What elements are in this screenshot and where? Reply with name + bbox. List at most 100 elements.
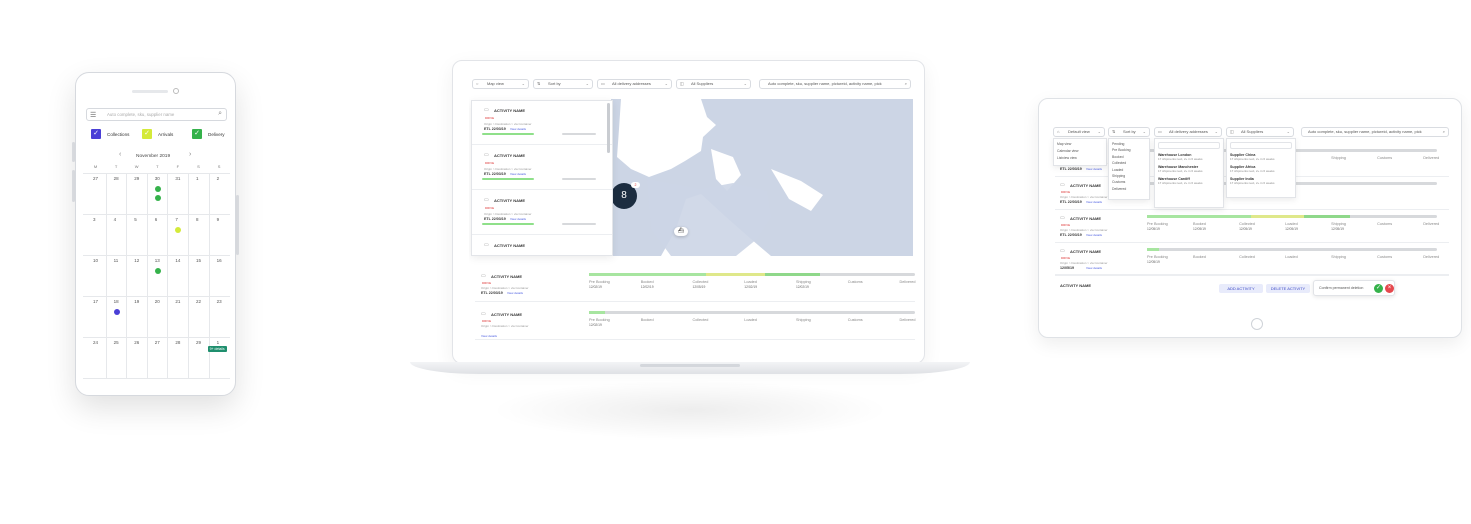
sort-option[interactable]: Shipping	[1112, 174, 1146, 178]
sort-option[interactable]: Customs	[1112, 180, 1146, 184]
calendar-day[interactable]: 12	[134, 258, 139, 263]
sort-option[interactable]: Pre Booking	[1112, 148, 1146, 152]
supplier-select[interactable]: ◫ All Suppliers ⌄	[1226, 127, 1294, 137]
search-icon[interactable]: ⌕	[905, 80, 907, 88]
calendar-day[interactable]: 25	[114, 340, 119, 345]
calendar-day[interactable]: 10	[93, 258, 98, 263]
menu-icon[interactable]: ☰	[90, 111, 96, 119]
calendar-day[interactable]: 26	[134, 340, 139, 345]
calendar-day[interactable]: 2	[217, 176, 220, 181]
laptop-search-input[interactable]: Auto complete, sku, supplier name, pictu…	[759, 79, 911, 89]
arrivals-checkbox[interactable]: ✓	[142, 129, 152, 139]
view-select[interactable]: ○ Map view ⌄	[472, 79, 529, 89]
sort-select[interactable]: ⇅ Sort by ⌄	[533, 79, 593, 89]
calendar-day[interactable]: 31	[175, 176, 180, 181]
search-icon[interactable]: ⌕	[218, 110, 222, 118]
delivery-checkbox[interactable]: ✓	[192, 129, 202, 139]
sort-select[interactable]: ⇅ Sort by ⌄	[1108, 127, 1150, 137]
supplier-select[interactable]: ◫ All Suppliers ⌄	[676, 79, 751, 89]
dropdown-search[interactable]	[1230, 142, 1292, 149]
calendar-day[interactable]: 23	[217, 299, 222, 304]
calendar-day[interactable]: 11	[114, 258, 119, 263]
sort-option[interactable]: Delivered	[1112, 187, 1146, 191]
view-details-link[interactable]: View details	[1086, 233, 1102, 237]
prev-month-icon[interactable]: ‹	[119, 151, 121, 158]
dropdown-option[interactable]: Supplier Africa 17 shipments next, 2+ in …	[1230, 165, 1292, 173]
dropdown-search[interactable]	[1158, 142, 1220, 149]
search-icon[interactable]: ⌕	[1443, 128, 1445, 136]
calendar-day[interactable]: 9	[217, 217, 220, 222]
sort-option[interactable]: Booked	[1112, 155, 1146, 159]
calendar-day[interactable]: 7	[175, 217, 178, 222]
event-tag[interactable]: 9+ details	[207, 346, 227, 352]
calendar-day[interactable]: 14	[175, 258, 180, 263]
dropdown-option[interactable]: Warehouse Cardiff 17 shipments next, 2+ i…	[1158, 177, 1220, 185]
view-details-link[interactable]: View details	[510, 217, 526, 221]
calendar-day[interactable]: 19	[134, 299, 139, 304]
next-month-icon[interactable]: ›	[189, 151, 191, 158]
dropdown-option[interactable]: Warehouse London 17 shipments next, 2+ in…	[1158, 153, 1220, 161]
collections-checkbox[interactable]: ✓	[91, 129, 101, 139]
view-details-link[interactable]: View details	[481, 334, 497, 338]
phone-search-input[interactable]: ☰ Auto complete, sku, supplier name ⌕	[86, 108, 227, 121]
list-item[interactable]: ▭ ACTIVITY NAME	[472, 236, 612, 255]
calendar-day[interactable]: 27	[93, 176, 98, 181]
view-option[interactable]: Listview view	[1057, 156, 1103, 160]
view-details-link[interactable]: View details	[507, 291, 523, 295]
view-option[interactable]: Calendar view	[1057, 149, 1103, 153]
calendar-day[interactable]: 30	[155, 176, 160, 181]
dropdown-option[interactable]: Warehouse Manchester 17 shipments next, 2…	[1158, 165, 1220, 173]
view-details-link[interactable]: View details	[1086, 167, 1102, 171]
delivery-event-dot[interactable]	[154, 268, 161, 274]
address-select[interactable]: ▭ All delivery addresses ⌄	[597, 79, 672, 89]
address-select[interactable]: ▭ All delivery addresses ⌄	[1154, 127, 1222, 137]
calendar-day[interactable]: 22	[196, 299, 201, 304]
dropdown-option[interactable]: Supplier China 17 shipments next, 2+ in 6…	[1230, 153, 1292, 161]
calendar-day[interactable]: 24	[93, 340, 98, 345]
calendar-day[interactable]: 18	[114, 299, 119, 304]
delete-activity-button[interactable]: DELETE ACTIVITY	[1266, 284, 1310, 293]
calendar-day[interactable]: 29	[196, 340, 201, 345]
calendar-day[interactable]: 4	[114, 217, 117, 222]
view-details-link[interactable]: View details	[1086, 266, 1102, 270]
stage-label: Loaded	[1285, 255, 1298, 259]
list-item[interactable]: ▭ ACTIVITY NAME DRIVE Origin > Destination …	[472, 101, 612, 145]
calendar-day[interactable]: 28	[175, 340, 180, 345]
calendar-day[interactable]: 15	[196, 258, 201, 263]
calendar-day[interactable]: 27	[155, 340, 160, 345]
calendar-day[interactable]: 20	[155, 299, 160, 304]
sort-option[interactable]: Pending	[1112, 142, 1146, 146]
confirm-check-icon[interactable]: ✓	[1374, 284, 1383, 293]
cancel-x-icon[interactable]: ×	[1385, 284, 1394, 293]
view-details-link[interactable]: View details	[510, 172, 526, 176]
calendar-day[interactable]: 28	[114, 176, 119, 181]
calendar-day[interactable]: 8	[196, 217, 199, 222]
calendar-day[interactable]: 1	[196, 176, 199, 181]
sort-option[interactable]: Collected	[1112, 161, 1146, 165]
collections-event-dot[interactable]	[113, 309, 120, 315]
view-option[interactable]: Map view	[1057, 142, 1103, 146]
delivery-event-dot[interactable]	[154, 195, 161, 201]
tablet-search-input[interactable]: Auto complete, sku, supplier name, pictu…	[1301, 127, 1449, 137]
calendar-day[interactable]: 17	[93, 299, 98, 304]
calendar-day[interactable]: 16	[217, 258, 222, 263]
add-activity-button[interactable]: ADD ACTIVITY	[1219, 284, 1263, 293]
sort-option[interactable]: Loaded	[1112, 168, 1146, 172]
view-details-link[interactable]: View details	[1086, 200, 1102, 204]
calendar-day[interactable]: 29	[134, 176, 139, 181]
arrivals-event-dot[interactable]	[175, 227, 182, 233]
view-details-link[interactable]: View details	[510, 127, 526, 131]
calendar-day[interactable]: 5	[134, 217, 137, 222]
calendar-day[interactable]: 21	[175, 299, 180, 304]
list-scrollbar[interactable]	[607, 103, 610, 153]
calendar-day[interactable]: 3	[93, 217, 96, 222]
list-item[interactable]: ▭ ACTIVITY NAME DRIVE Origin > Destination …	[472, 191, 612, 235]
view-select[interactable]: ⌂ Default view ⌄	[1053, 127, 1105, 137]
ship-marker[interactable]: ⛴	[674, 227, 688, 236]
calendar-day[interactable]: 6	[155, 217, 158, 222]
delivery-event-dot[interactable]	[154, 186, 161, 192]
calendar-day[interactable]: 1	[217, 340, 220, 345]
list-item[interactable]: ▭ ACTIVITY NAME DRIVE Origin > Destination …	[472, 146, 612, 190]
dropdown-option[interactable]: Supplier India 17 shipments next, 2+ in 6…	[1230, 177, 1292, 185]
calendar-day[interactable]: 13	[155, 258, 160, 263]
